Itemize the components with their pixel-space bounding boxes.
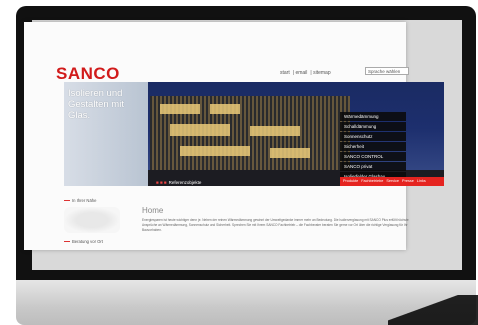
sidebar-item-label: In Ihrer Nähe bbox=[72, 198, 97, 203]
hero-menu: Wärmedämmung Schalldämmung Sonnenschutz … bbox=[340, 112, 406, 182]
hero-menu-item[interactable]: Sicherheit bbox=[340, 142, 406, 151]
tab-presse[interactable]: Presse bbox=[402, 177, 414, 186]
hero-tagline: Isolieren und Gestalten mit Glas. bbox=[68, 88, 124, 121]
sidebar-item-nearby[interactable]: In Ihrer Nähe bbox=[64, 198, 130, 203]
topnav-start-link[interactable]: start bbox=[280, 70, 290, 76]
sidebar-item-consulting[interactable]: Beratung vor Ort bbox=[64, 239, 130, 244]
monitor-stand-shadow bbox=[388, 295, 478, 325]
tab-produkte[interactable]: Produkte bbox=[343, 177, 358, 186]
hero-building-image bbox=[150, 96, 350, 174]
hero-tagline-panel: Isolieren und Gestalten mit Glas. bbox=[64, 82, 148, 186]
hero-menu-item[interactable]: Sonnenschutz bbox=[340, 132, 406, 141]
hero-tab-bar: Produkte Fachbetriebe Service Presse Lin… bbox=[340, 177, 444, 186]
main-content: Home Energiesparen ist heute wichtiger d… bbox=[142, 206, 412, 232]
topnav-email-link[interactable]: email bbox=[295, 70, 307, 76]
sidebar-item-label: Beratung vor Ort bbox=[72, 239, 103, 244]
topnav-sitemap-link[interactable]: sitemap bbox=[313, 70, 331, 76]
body-text: Energiesparen ist heute wichtiger denn j… bbox=[142, 218, 409, 232]
map-thumbnail[interactable] bbox=[64, 207, 120, 233]
language-select[interactable]: Sprache wählen bbox=[365, 67, 409, 75]
hero-menu-item[interactable]: SANCO privat bbox=[340, 162, 406, 171]
tab-fachbetriebe[interactable]: Fachbetriebe bbox=[361, 177, 383, 186]
monitor-scene: SANCO start | email | sitemap Sprache wähl… bbox=[0, 0, 478, 325]
hero-menu-item[interactable]: SANCO CONTROL bbox=[340, 152, 406, 161]
hero-banner: Isolieren und Gestalten mit Glas. ■ ■ ■ R… bbox=[64, 82, 444, 186]
sidebar: In Ihrer Nähe Beratung vor Ort bbox=[64, 198, 130, 248]
hero-menu-item[interactable]: Schalldämmung bbox=[340, 122, 406, 131]
hero-caption: ■ ■ ■ Referenzobjekte bbox=[156, 180, 201, 185]
tab-links[interactable]: Links bbox=[417, 177, 426, 186]
site-logo[interactable]: SANCO bbox=[56, 64, 120, 84]
tab-service[interactable]: Service bbox=[386, 177, 399, 186]
hero-caption-marks: ■ ■ ■ bbox=[156, 180, 167, 185]
hero-caption-text[interactable]: Referenzobjekte bbox=[169, 180, 202, 185]
hero-menu-item[interactable]: Wärmedämmung bbox=[340, 112, 406, 121]
page-title: Home bbox=[142, 206, 164, 215]
top-navigation: start | email | sitemap bbox=[280, 70, 331, 76]
